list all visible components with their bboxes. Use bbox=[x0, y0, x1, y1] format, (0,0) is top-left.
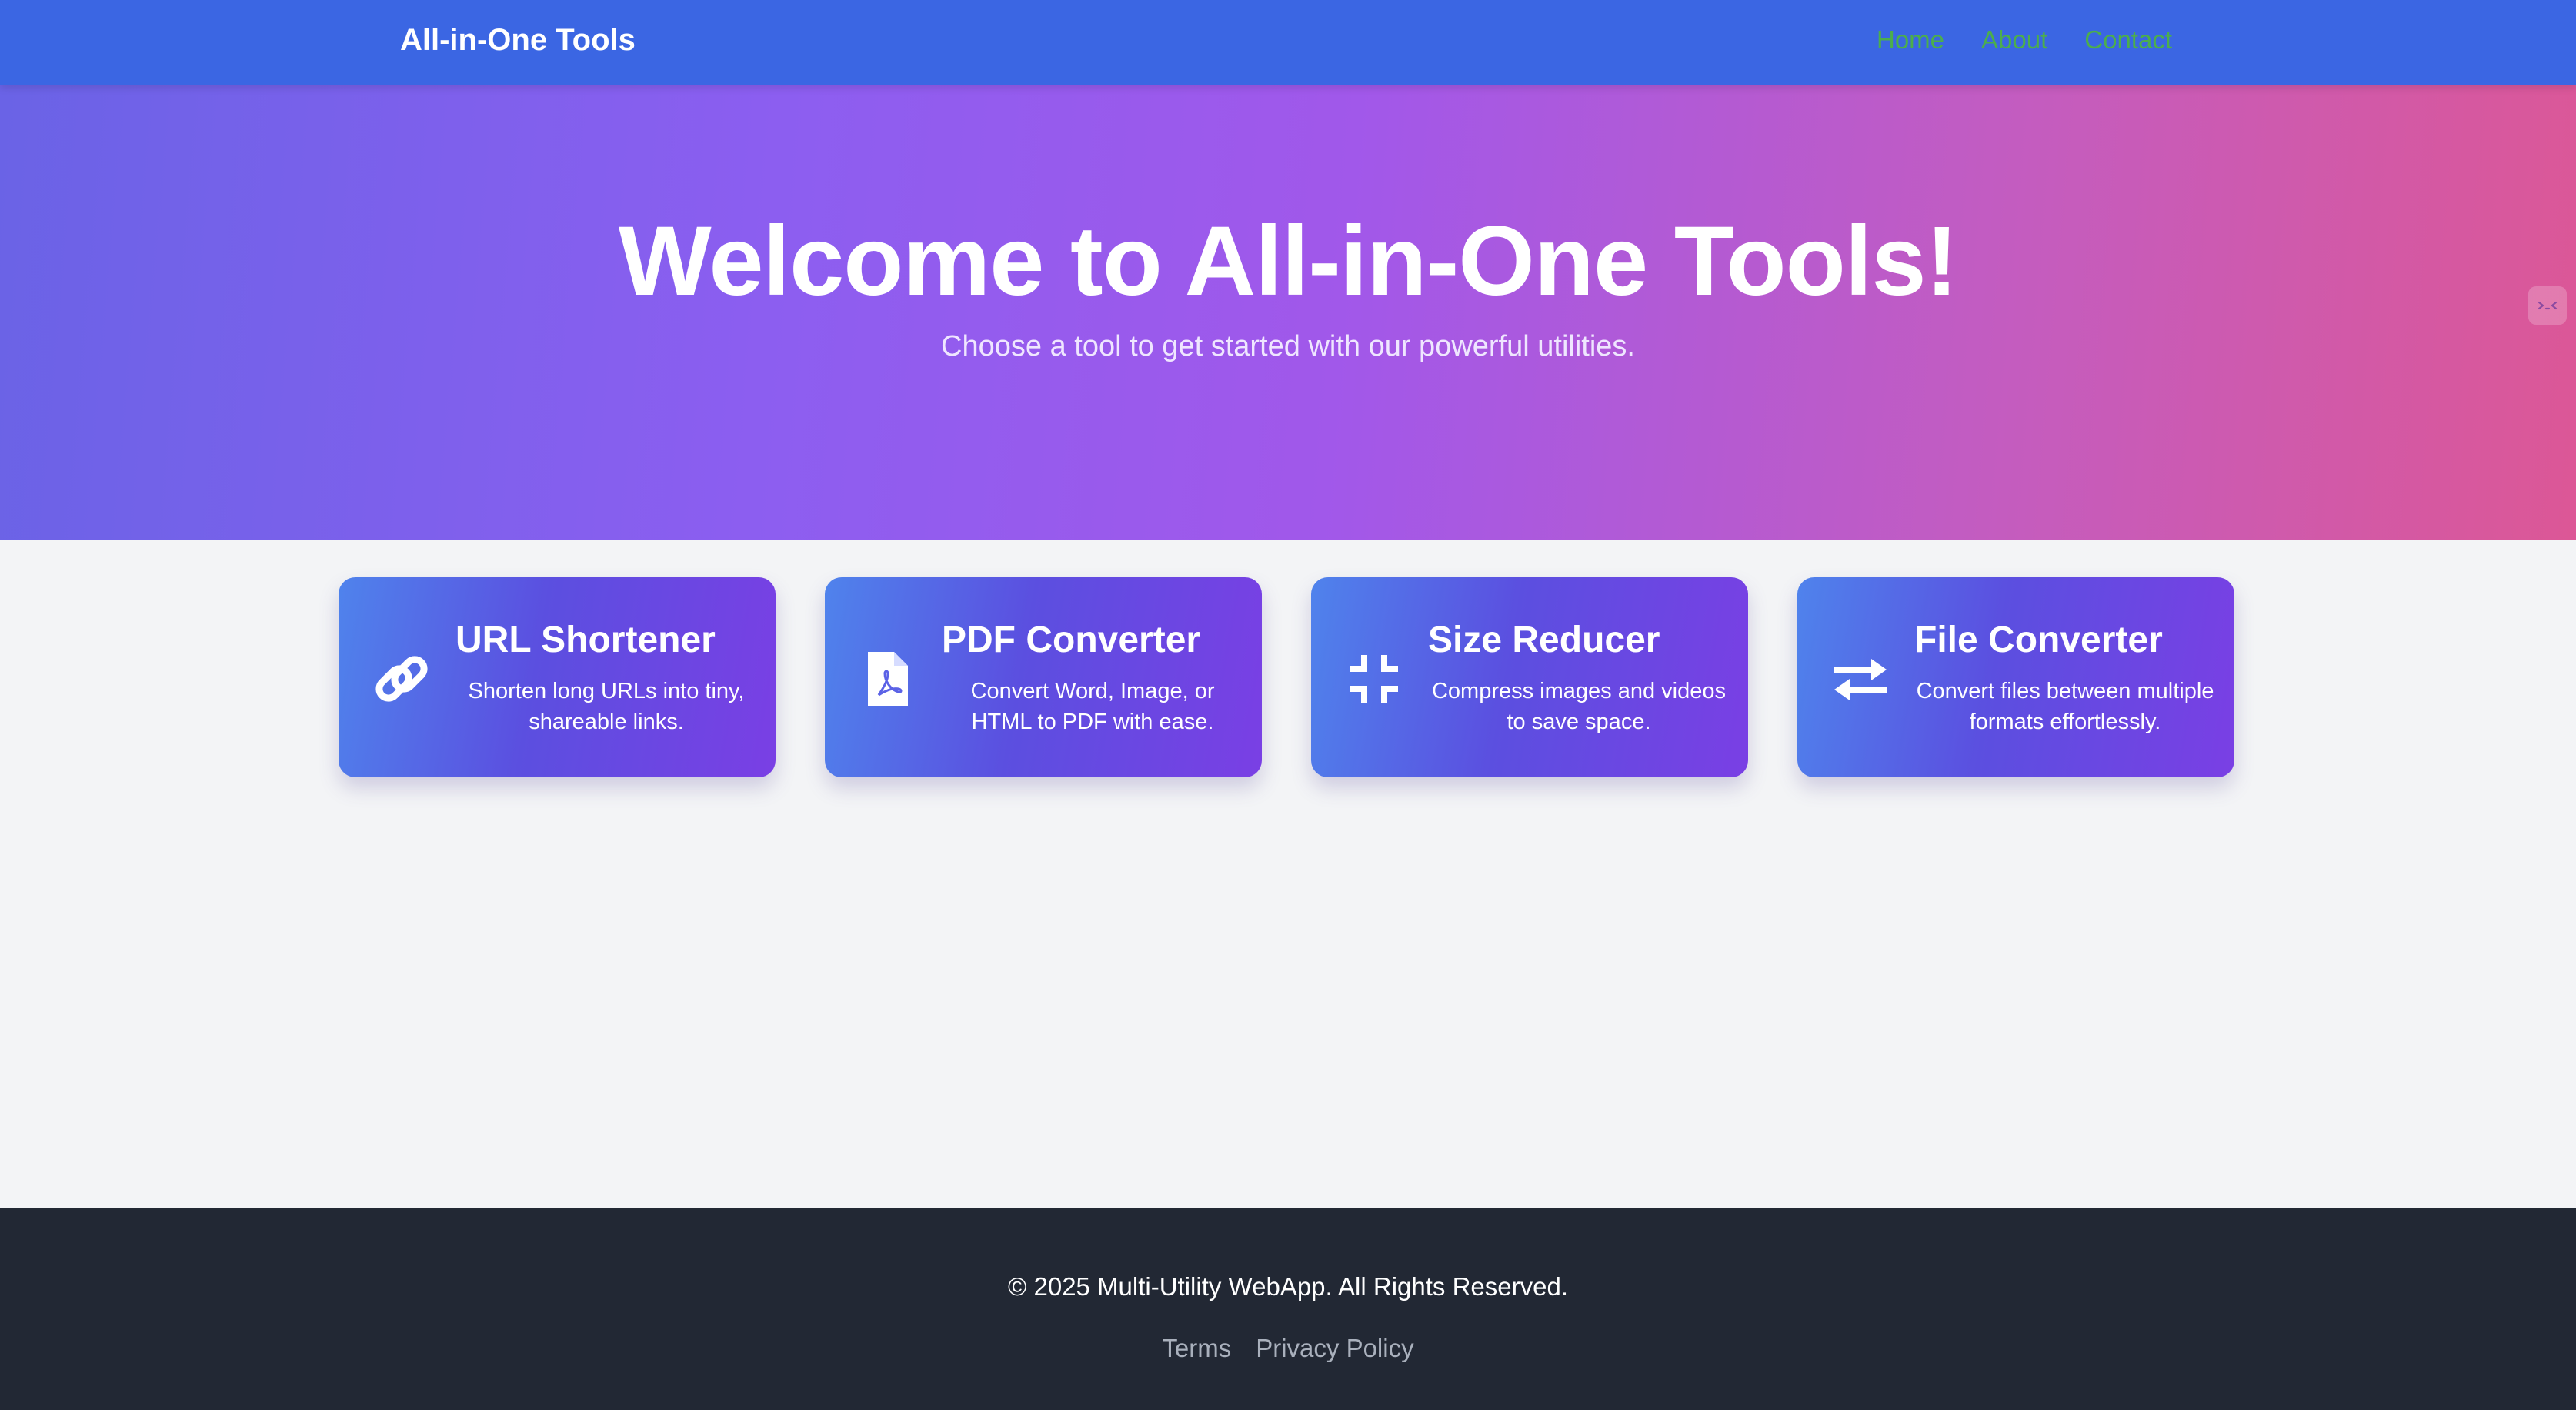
tool-card-pdf-converter[interactable]: PDF Converter Convert Word, Image, or HT… bbox=[825, 577, 1262, 777]
tool-card-description: Shorten long URLs into tiny, shareable l… bbox=[468, 679, 745, 734]
brand-logo[interactable]: All-in-One Tools bbox=[400, 20, 636, 60]
nav-link-contact[interactable]: Contact bbox=[2084, 20, 2172, 60]
footer-links: Terms Privacy Policy bbox=[0, 1330, 2576, 1367]
tool-card-size-reducer[interactable]: Size Reducer Compress images and videos … bbox=[1311, 577, 1748, 777]
tool-card-title: URL Shortener bbox=[455, 620, 716, 660]
code-icon[interactable] bbox=[2528, 286, 2567, 325]
code-icon-glyph bbox=[2538, 301, 2558, 310]
link-icon bbox=[369, 647, 434, 711]
footer-link-privacy-policy[interactable]: Privacy Policy bbox=[1256, 1330, 1413, 1367]
tool-card-title: File Converter bbox=[1914, 620, 2163, 660]
tool-card-description: Compress images and videos to save space… bbox=[1431, 679, 1726, 734]
hero-section: Welcome to All-in-One Tools! Choose a to… bbox=[0, 85, 2576, 540]
tool-card-file-converter[interactable]: File Converter Convert files between mul… bbox=[1797, 577, 2234, 777]
tool-card-url-shortener[interactable]: URL Shortener Shorten long URLs into tin… bbox=[339, 577, 776, 777]
copyright-text: © 2025 Multi-Utility WebApp. All Rights … bbox=[1008, 1272, 1568, 1301]
tool-card-description: Convert Word, Image, or HTML to PDF with… bbox=[970, 679, 1215, 734]
compress-icon bbox=[1342, 647, 1406, 711]
footer: © 2025 Multi-Utility WebApp. All Rights … bbox=[0, 1208, 2576, 1410]
hero-subtitle: Choose a tool to get started with our po… bbox=[941, 330, 1635, 363]
nav-links: Home About Contact bbox=[1877, 20, 2172, 60]
tool-card-title: Size Reducer bbox=[1428, 620, 1660, 660]
navbar: All-in-One Tools Home About Contact bbox=[0, 0, 2576, 85]
file-pdf-icon bbox=[856, 647, 920, 711]
tool-cards: URL Shortener Shorten long URLs into tin… bbox=[339, 577, 2234, 777]
tool-card-description: Convert files between multiple formats e… bbox=[1916, 679, 2214, 734]
exchange-arrows-icon bbox=[1828, 647, 1893, 711]
hero-title: Welcome to All-in-One Tools! bbox=[618, 206, 1958, 316]
nav-link-about[interactable]: About bbox=[1981, 20, 2047, 60]
tool-card-title: PDF Converter bbox=[942, 620, 1201, 660]
nav-link-home[interactable]: Home bbox=[1877, 20, 1944, 60]
footer-link-terms[interactable]: Terms bbox=[1162, 1330, 1231, 1367]
